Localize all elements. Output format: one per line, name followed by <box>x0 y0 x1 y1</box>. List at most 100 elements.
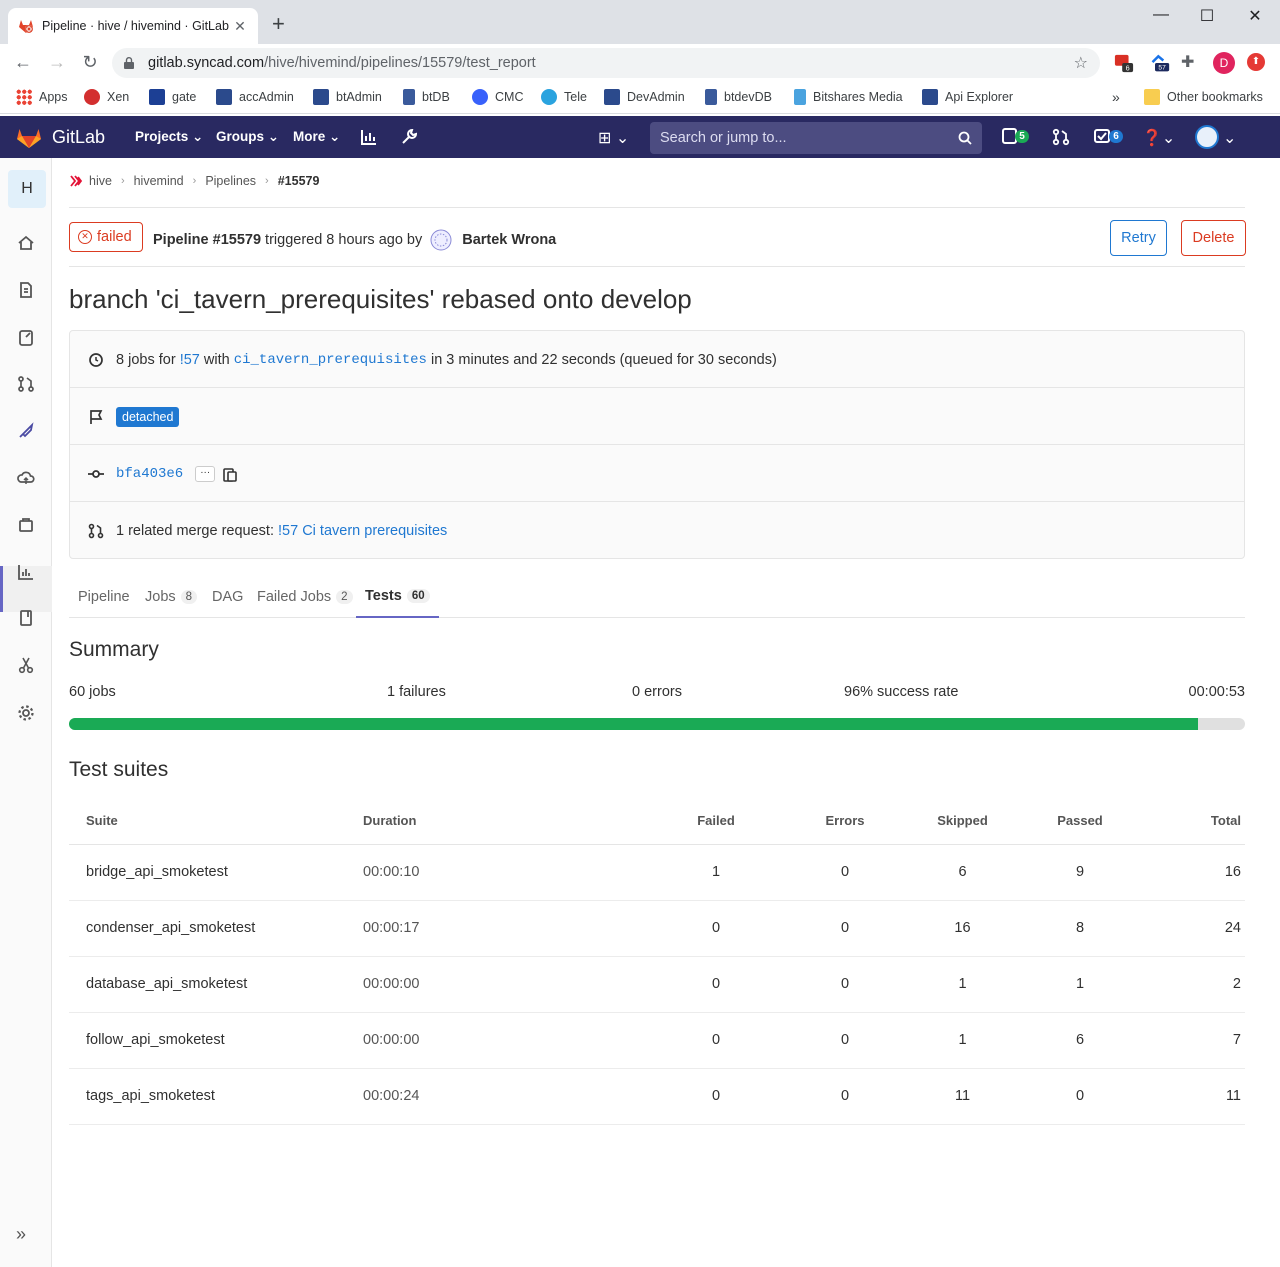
table-row[interactable]: database_api_smoketest 00:00:00 0 0 1 1 … <box>69 956 1245 1013</box>
close-window-icon[interactable]: ✕ <box>1232 6 1278 26</box>
branch-link[interactable]: ci_tavern_prerequisites <box>234 352 427 368</box>
nav-projects[interactable]: Projects ⌄ <box>135 129 203 145</box>
suite-errors: 0 <box>786 1068 904 1125</box>
new-item-plus-icon[interactable]: ⊞ ⌄ <box>598 128 629 148</box>
browser-tab[interactable]: Pipeline · hive / hivemind · GitLab ✕ <box>8 8 258 44</box>
merge-request-icon <box>88 523 104 539</box>
close-tab-icon[interactable]: ✕ <box>232 18 248 35</box>
tab-jobs[interactable]: Jobs 8 <box>145 576 198 618</box>
gitlab-logo-icon[interactable] <box>16 125 42 149</box>
bookmark-btdevdb[interactable]: btdevDB <box>705 89 772 105</box>
bookmark-api-explorer[interactable]: Api Explorer <box>922 89 1013 105</box>
pipeline-jobs-row: 8 jobs for !57 with ci_tavern_prerequisi… <box>70 349 1244 371</box>
nav-more[interactable]: More ⌄ <box>293 129 340 145</box>
analytics-icon[interactable] <box>16 562 36 582</box>
nav-groups[interactable]: Groups ⌄ <box>216 129 279 145</box>
bookmark-btadmin[interactable]: btAdmin <box>313 89 382 105</box>
merge-request-icon[interactable] <box>16 374 36 394</box>
collapse-sidebar-icon[interactable]: » <box>16 1224 26 1245</box>
chevron-down-icon[interactable]: ⌄ <box>1223 128 1236 148</box>
ext-red-icon[interactable]: 6 <box>1114 53 1134 73</box>
col-errors: Errors <box>786 798 904 845</box>
issues-nav[interactable]: 5 <box>1002 128 1029 144</box>
minimize-icon[interactable]: — <box>1138 6 1184 24</box>
search-input[interactable] <box>660 130 958 146</box>
suite-duration: 00:00:10 <box>346 844 646 901</box>
table-row[interactable]: follow_api_smoketest 00:00:00 0 0 1 6 7 <box>69 1012 1245 1069</box>
breadcrumb-hivemind[interactable]: hivemind <box>134 174 184 188</box>
pipeline-info-box: 8 jobs for !57 with ci_tavern_prerequisi… <box>69 330 1245 559</box>
ext-blue-icon[interactable]: 57 <box>1150 53 1170 73</box>
breadcrumb-current[interactable]: #15579 <box>278 174 320 188</box>
rocket-cicd-icon[interactable] <box>16 421 36 441</box>
project-avatar[interactable]: H <box>8 170 46 208</box>
bookmark-xen[interactable]: Xen <box>84 89 129 105</box>
related-mr-link[interactable]: !57 Ci tavern prerequisites <box>278 523 447 539</box>
pipeline-user[interactable]: Bartek Wrona <box>462 232 556 248</box>
search-bar[interactable] <box>650 122 982 154</box>
bookmark-cmc[interactable]: CMC <box>472 89 523 105</box>
mr-link[interactable]: !57 <box>180 352 200 368</box>
settings-gear-icon[interactable] <box>16 703 36 723</box>
table-row[interactable]: bridge_api_smoketest 00:00:10 1 0 6 9 16 <box>69 844 1245 901</box>
pipeline-status-badge[interactable]: ✕ failed <box>69 222 143 252</box>
gitlab-brand[interactable]: GitLab <box>52 127 105 148</box>
issues-icon[interactable] <box>16 328 36 348</box>
update-icon[interactable]: ⬆ <box>1247 53 1265 71</box>
address-bar[interactable]: gitlab.syncad.com/hive/hivemind/pipeline… <box>112 48 1100 78</box>
table-row[interactable]: tags_api_smoketest 00:00:24 0 0 11 0 11 <box>69 1068 1245 1125</box>
user-avatar[interactable] <box>1195 125 1219 149</box>
forward-icon[interactable]: → <box>46 52 68 73</box>
bookmarks-overflow-icon[interactable]: » <box>1112 89 1120 105</box>
delete-button[interactable]: Delete <box>1181 220 1246 256</box>
table-header-row: Suite Duration Failed Errors Skipped Pas… <box>69 798 1245 845</box>
todos-nav[interactable]: 6 <box>1094 128 1123 144</box>
table-row[interactable]: condenser_api_smoketest 00:00:17 0 0 16 … <box>69 900 1245 957</box>
bookmark-apps[interactable]: Apps <box>16 89 68 105</box>
bookmark-btdb[interactable]: btDB <box>403 89 450 105</box>
commit-icon <box>88 470 104 478</box>
reload-icon[interactable]: ↻ <box>79 52 101 73</box>
merge-requests-icon[interactable] <box>1052 128 1070 146</box>
copy-clipboard-icon[interactable] <box>223 466 238 482</box>
puzzle-icon[interactable]: ✚ <box>1181 52 1201 72</box>
retry-button[interactable]: Retry <box>1110 220 1167 256</box>
bookmark-other[interactable]: Other bookmarks <box>1144 89 1263 105</box>
commit-sha-link[interactable]: bfa403e6 <box>116 466 183 482</box>
tab-dag[interactable]: DAG <box>212 576 243 618</box>
tab-pipeline[interactable]: Pipeline <box>78 576 130 618</box>
repository-icon[interactable] <box>16 280 36 300</box>
breadcrumb-pipelines[interactable]: Pipelines <box>205 174 256 188</box>
analytics-icon[interactable] <box>360 128 378 146</box>
help-icon[interactable]: ❓⌄ <box>1142 128 1175 148</box>
bookmark-label: Xen <box>107 90 130 104</box>
maximize-icon[interactable]: ☐ <box>1184 6 1230 26</box>
wiki-book-icon[interactable] <box>16 608 36 628</box>
back-icon[interactable]: ← <box>12 52 34 73</box>
home-icon[interactable] <box>16 233 36 253</box>
package-icon[interactable] <box>16 515 36 535</box>
bookmark-devadmin[interactable]: DevAdmin <box>604 89 685 105</box>
new-tab-icon[interactable]: + <box>272 13 285 35</box>
tab-failed-jobs[interactable]: Failed Jobs 2 <box>257 576 353 618</box>
suite-skipped: 1 <box>904 1012 1021 1069</box>
expand-commit-button[interactable]: ··· <box>195 466 216 482</box>
snippets-scissors-icon[interactable] <box>16 655 36 675</box>
breadcrumb-hive[interactable]: hive <box>89 174 112 188</box>
pipeline-title: branch 'ci_tavern_prerequisites' rebased… <box>69 284 692 314</box>
pipeline-commit-row: bfa403e6 ··· <box>70 462 1244 486</box>
user-avatar[interactable] <box>430 229 452 251</box>
telegram-icon <box>541 89 557 105</box>
browser-tab-title: Pipeline · hive / hivemind · GitLab <box>42 19 229 33</box>
bookmark-gate[interactable]: gate <box>149 89 196 105</box>
tab-tests[interactable]: Tests 60 <box>356 576 439 618</box>
bookmark-bitshares-media[interactable]: Bitshares Media <box>794 89 903 105</box>
bookmark-star-icon[interactable]: ☆ <box>1074 53 1088 73</box>
admin-wrench-icon[interactable] <box>400 128 418 146</box>
cloud-operations-icon[interactable] <box>16 468 36 488</box>
bookmark-tele[interactable]: Tele <box>541 89 587 105</box>
profile-avatar[interactable]: D <box>1213 52 1235 74</box>
search-icon[interactable] <box>958 131 972 145</box>
suite-passed: 8 <box>1021 900 1139 957</box>
bookmark-accadmin[interactable]: accAdmin <box>216 89 294 105</box>
